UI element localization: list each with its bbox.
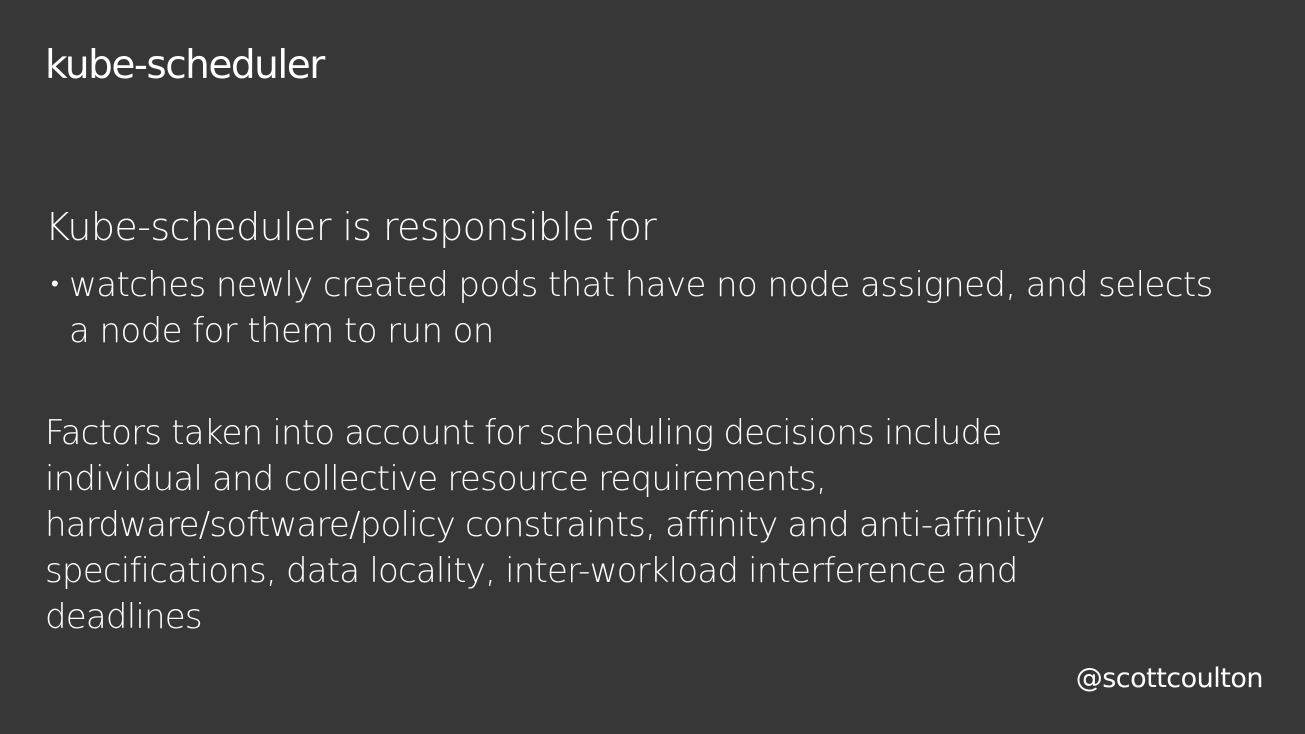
bullet-dot-icon: • — [51, 272, 59, 297]
intro-text: Kube-scheduler is responsible for — [45, 205, 657, 249]
bullet-item: • watches newly created pods that have n… — [45, 262, 1225, 354]
slide-body: Kube-scheduler is responsible for • watc… — [45, 200, 1225, 640]
author-handle: @scottcoulton — [1075, 663, 1264, 694]
factors-text: Factors taken into account for schedulin… — [45, 413, 1045, 637]
bullet-text: watches newly created pods that have no … — [69, 265, 1213, 351]
slide-title: kube-scheduler — [45, 43, 325, 88]
presentation-slide: kube-scheduler Kube-scheduler is respons… — [0, 0, 1305, 734]
bullet-list: • watches newly created pods that have n… — [45, 262, 1225, 354]
